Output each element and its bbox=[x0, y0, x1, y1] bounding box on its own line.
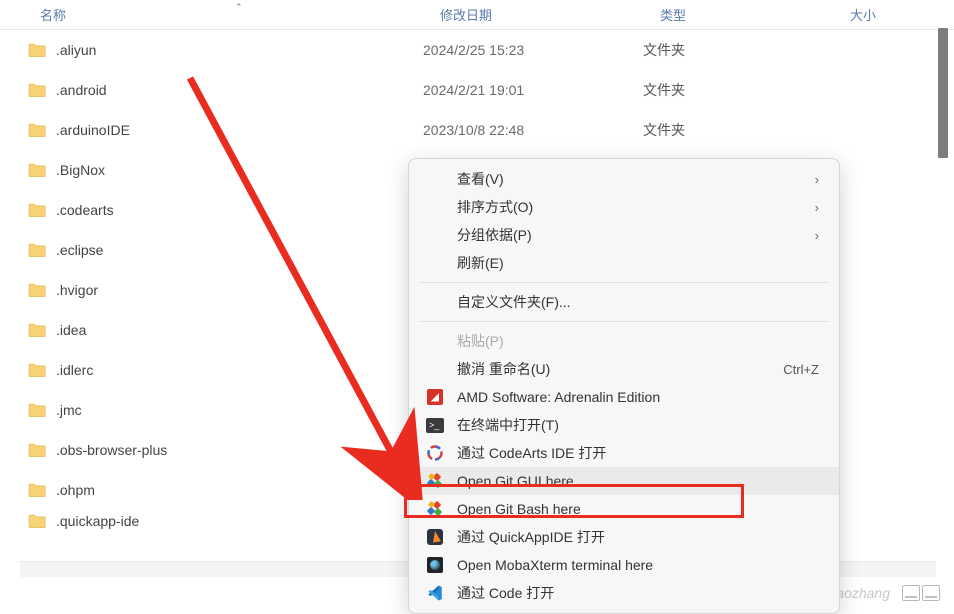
folder-icon bbox=[28, 443, 46, 457]
menu-shortcut: Ctrl+Z bbox=[783, 362, 819, 377]
folder-icon bbox=[28, 403, 46, 417]
menu-separator bbox=[419, 282, 829, 283]
file-row[interactable]: .arduinoIDE 2023/10/8 22:48文件夹 bbox=[0, 110, 954, 150]
vertical-scrollbar[interactable] bbox=[938, 2, 950, 579]
folder-icon bbox=[28, 243, 46, 257]
file-name: .android bbox=[56, 82, 107, 98]
mobaxterm-icon bbox=[425, 555, 445, 575]
column-header-row: 名称 ⌃ 修改日期 类型 大小 bbox=[0, 0, 954, 30]
file-date: 2024/2/25 15:23 bbox=[423, 42, 643, 58]
column-header-size-label: 大小 bbox=[850, 5, 876, 24]
menu-item-open-codearts[interactable]: 通过 CodeArts IDE 打开 bbox=[409, 439, 839, 467]
git-icon bbox=[425, 471, 445, 491]
chevron-right-icon: › bbox=[815, 228, 819, 243]
menu-item-open-quickappide[interactable]: 通过 QuickAppIDE 打开 bbox=[409, 523, 839, 551]
chevron-right-icon: › bbox=[815, 172, 819, 187]
menu-item-open-terminal[interactable]: >_ 在终端中打开(T) bbox=[409, 411, 839, 439]
menu-item-open-mobaxterm[interactable]: Open MobaXterm terminal here bbox=[409, 551, 839, 579]
file-row[interactable]: .android 2024/2/21 19:01文件夹 bbox=[0, 70, 954, 110]
menu-item-undo-rename[interactable]: 撤消 重命名(U) Ctrl+Z bbox=[409, 355, 839, 383]
folder-icon bbox=[28, 483, 46, 497]
file-name: .quickapp-ide bbox=[56, 513, 139, 529]
chevron-right-icon: › bbox=[815, 200, 819, 215]
file-name: .ohpm bbox=[56, 482, 95, 498]
folder-icon bbox=[28, 83, 46, 97]
menu-item-open-code[interactable]: 通过 Code 打开 bbox=[409, 579, 839, 607]
column-header-name-label: 名称 bbox=[40, 5, 66, 24]
menu-item-view[interactable]: 查看(V) › bbox=[409, 165, 839, 193]
folder-icon bbox=[28, 283, 46, 297]
menu-item-sort[interactable]: 排序方式(O) › bbox=[409, 193, 839, 221]
file-date: 2023/10/8 22:48 bbox=[423, 122, 643, 138]
view-mode-icon bbox=[902, 585, 920, 601]
folder-icon bbox=[28, 323, 46, 337]
file-type: 文件夹 bbox=[643, 80, 823, 100]
column-header-date[interactable]: 修改日期 bbox=[440, 5, 660, 24]
menu-item-open-git-bash[interactable]: Open Git Bash here bbox=[409, 495, 839, 523]
menu-item-paste: 粘贴(P) bbox=[409, 327, 839, 355]
column-header-size[interactable]: 大小 bbox=[850, 5, 876, 24]
file-row[interactable]: .aliyun 2024/2/25 15:23文件夹 bbox=[0, 30, 954, 70]
menu-item-refresh[interactable]: 刷新(E) bbox=[409, 249, 839, 277]
column-header-type[interactable]: 类型 bbox=[660, 5, 850, 24]
file-name: .aliyun bbox=[56, 42, 96, 58]
file-name: .idlerc bbox=[56, 362, 93, 378]
file-name: .codearts bbox=[56, 202, 114, 218]
file-name: .eclipse bbox=[56, 242, 103, 258]
quickapp-icon bbox=[425, 527, 445, 547]
file-name: .BigNox bbox=[56, 162, 105, 178]
folder-icon bbox=[28, 363, 46, 377]
column-header-name[interactable]: 名称 ⌃ bbox=[40, 5, 440, 24]
menu-item-group[interactable]: 分组依据(P) › bbox=[409, 221, 839, 249]
file-name: .idea bbox=[56, 322, 86, 338]
file-name: .hvigor bbox=[56, 282, 98, 298]
vscode-icon bbox=[425, 583, 445, 603]
menu-separator bbox=[419, 321, 829, 322]
menu-item-customize-folder[interactable]: 自定义文件夹(F)... bbox=[409, 288, 839, 316]
menu-item-open-git-gui[interactable]: Open Git GUI here bbox=[409, 467, 839, 495]
menu-item-amd-software[interactable]: ◢ AMD Software: Adrenalin Edition bbox=[409, 383, 839, 411]
context-menu: 查看(V) › 排序方式(O) › 分组依据(P) › 刷新(E) 自定义文件夹… bbox=[408, 158, 840, 614]
amd-icon: ◢ bbox=[425, 387, 445, 407]
column-header-type-label: 类型 bbox=[660, 5, 686, 24]
folder-icon bbox=[28, 123, 46, 137]
sort-indicator-icon: ⌃ bbox=[235, 2, 243, 13]
folder-icon bbox=[28, 43, 46, 57]
folder-icon bbox=[28, 514, 46, 528]
terminal-icon: >_ bbox=[425, 415, 445, 435]
git-icon bbox=[425, 499, 445, 519]
codearts-icon bbox=[425, 443, 445, 463]
file-name: .obs-browser-plus bbox=[56, 442, 167, 458]
column-header-date-label: 修改日期 bbox=[440, 5, 492, 24]
file-date: 2024/2/21 19:01 bbox=[423, 82, 643, 98]
file-name: .arduinoIDE bbox=[56, 122, 130, 138]
scrollbar-thumb[interactable] bbox=[938, 28, 948, 158]
folder-icon bbox=[28, 203, 46, 217]
file-name: .jmc bbox=[56, 402, 82, 418]
folder-icon bbox=[28, 163, 46, 177]
file-type: 文件夹 bbox=[643, 120, 823, 140]
file-explorer-pane: 名称 ⌃ 修改日期 类型 大小 .aliyun2024/2/25 15:23文件… bbox=[0, 0, 954, 607]
file-type: 文件夹 bbox=[643, 40, 823, 60]
view-mode-icon bbox=[922, 585, 940, 601]
